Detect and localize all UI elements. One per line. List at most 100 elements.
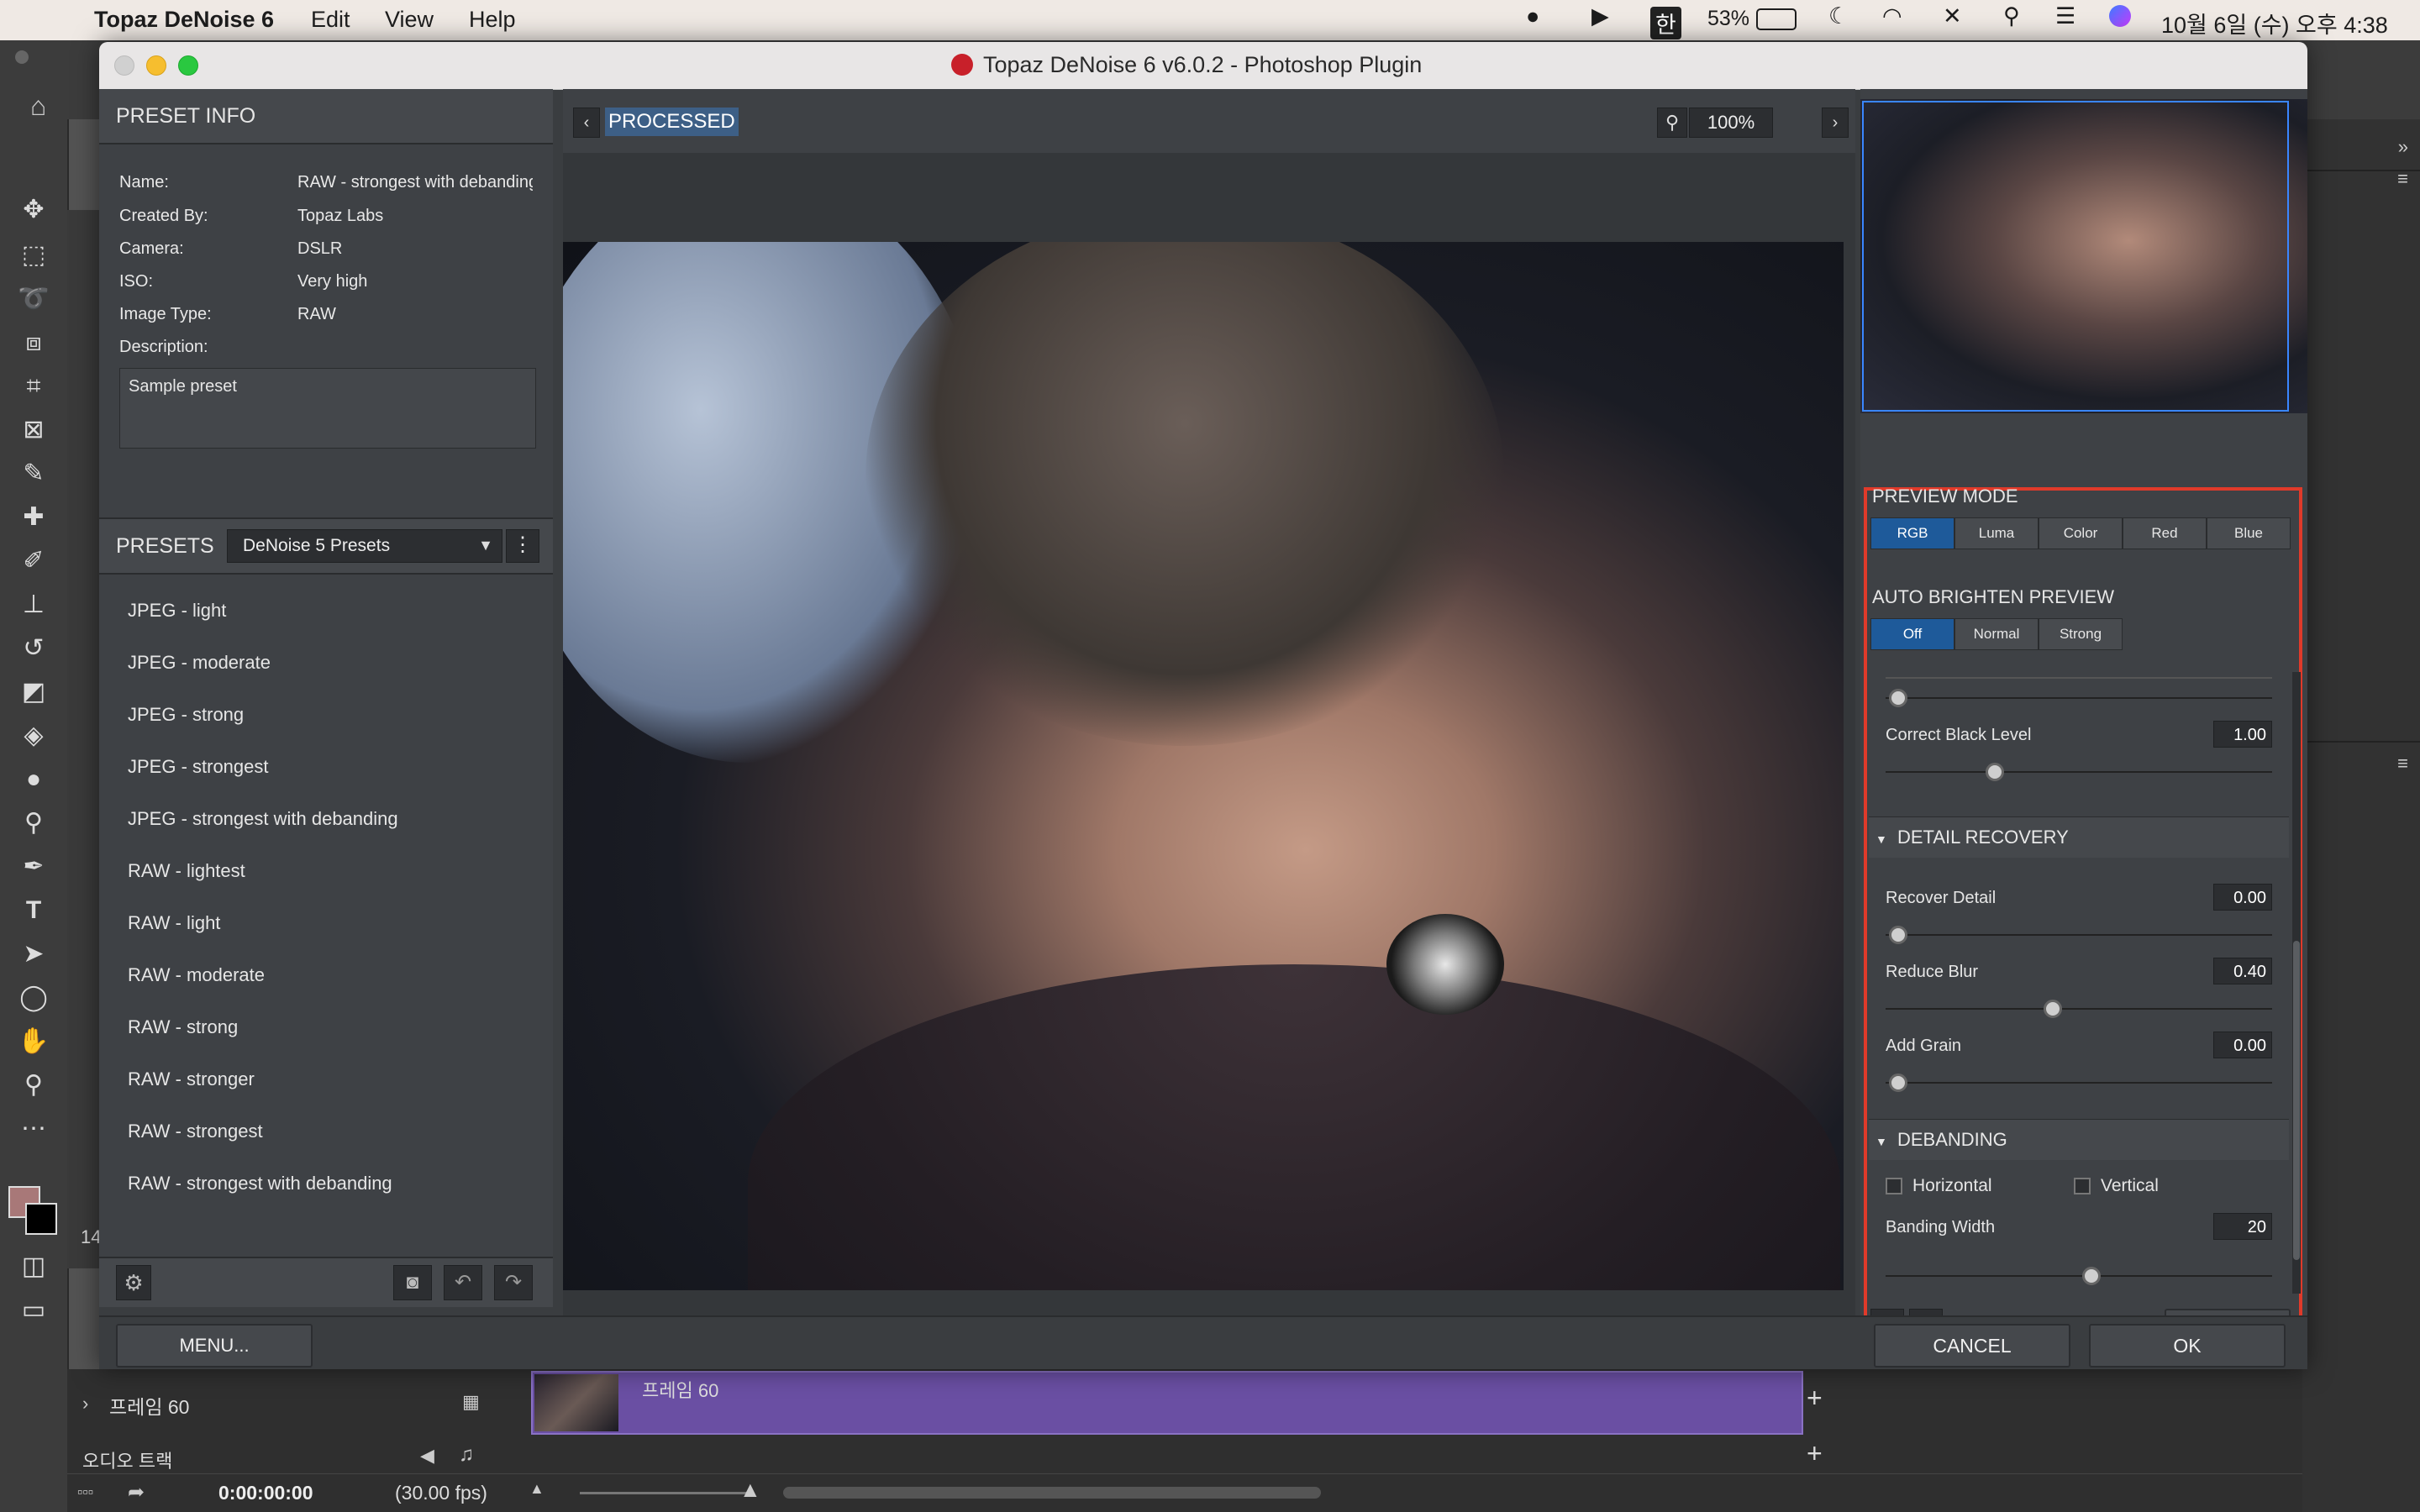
zoom-tool-icon[interactable]: ⚲ xyxy=(15,1067,52,1104)
presets-menu-button[interactable]: ⋮ xyxy=(506,529,539,563)
close-window-button[interactable] xyxy=(114,55,134,76)
dodge-tool-icon[interactable]: ⚲ xyxy=(15,805,52,842)
history-brush-icon[interactable]: ↺ xyxy=(15,630,52,667)
correct-black-level-track[interactable] xyxy=(1886,763,2272,781)
zoom-in-icon[interactable]: ▲ xyxy=(739,1477,761,1503)
navigator-thumbnail[interactable] xyxy=(1860,99,2307,413)
settings-scrollbar[interactable] xyxy=(2292,672,2301,1294)
gear-icon[interactable]: ⚙ xyxy=(116,1265,151,1300)
export-preset-icon[interactable]: ↷ xyxy=(494,1265,533,1300)
preset-item[interactable]: RAW - strongest xyxy=(128,1121,263,1142)
preset-item[interactable]: JPEG - strong xyxy=(128,704,244,726)
menu-view[interactable]: View xyxy=(385,7,434,33)
add-audio-icon[interactable]: + xyxy=(1807,1438,1823,1469)
import-preset-icon[interactable]: ↶ xyxy=(444,1265,482,1300)
bucket-tool-icon[interactable]: ◈ xyxy=(15,717,52,754)
speaker-icon[interactable]: ◀ xyxy=(420,1445,434,1467)
add-grain-value[interactable]: 0.00 xyxy=(2213,1032,2272,1058)
zoom-out-icon[interactable]: ▲ xyxy=(529,1480,544,1498)
cancel-button[interactable]: CANCEL xyxy=(1874,1324,2070,1368)
recover-detail-thumb[interactable] xyxy=(1888,926,1907,944)
prev-slider-thumb[interactable] xyxy=(1888,689,1907,707)
screen-mode-icon[interactable]: ▭ xyxy=(15,1292,52,1329)
moon-icon[interactable]: ☾ xyxy=(1828,3,1849,29)
eyedropper-tool-icon[interactable]: ✎ xyxy=(15,455,52,492)
path-select-icon[interactable]: ➤ xyxy=(15,936,52,973)
zoom-slider[interactable] xyxy=(580,1492,748,1494)
menu-button[interactable]: MENU... xyxy=(116,1324,313,1368)
navigator-viewport-box[interactable] xyxy=(1862,101,2289,412)
share-icon[interactable]: ➦ xyxy=(128,1480,145,1504)
menu-edit[interactable]: Edit xyxy=(311,7,350,33)
move-tool-icon[interactable]: ✥ xyxy=(15,192,52,228)
next-view-button[interactable]: › xyxy=(1822,108,1849,138)
home-icon[interactable]: ⌂ xyxy=(30,91,46,122)
reduce-blur-thumb[interactable] xyxy=(2043,1000,2062,1018)
banding-width-track[interactable] xyxy=(1886,1267,2272,1285)
settings-scrollbar-thumb[interactable] xyxy=(2293,941,2300,1260)
preset-collection-dropdown[interactable]: DeNoise 5 Presets ▼ xyxy=(227,529,502,563)
panel-menu-icon[interactable]: ≡ xyxy=(2397,168,2408,190)
zoom-level[interactable]: 100% xyxy=(1689,108,1773,138)
track-expand-icon[interactable]: › xyxy=(82,1393,88,1415)
debanding-header[interactable]: ▼ DEBANDING xyxy=(1869,1119,2289,1160)
zoom-window-button[interactable] xyxy=(178,55,198,76)
frames-icon[interactable]: ▫▫▫ xyxy=(77,1483,93,1501)
stamp-tool-icon[interactable]: ⊥ xyxy=(15,586,52,623)
horizontal-checkbox-box[interactable] xyxy=(1886,1178,1902,1195)
preset-item[interactable]: RAW - strongest with debanding xyxy=(128,1173,392,1194)
mute-icon[interactable]: ✕ xyxy=(1943,3,1962,29)
ok-button[interactable]: OK xyxy=(2089,1324,2286,1368)
banding-width-value[interactable]: 20 xyxy=(2213,1213,2272,1240)
pen-tool-icon[interactable]: ✒ xyxy=(15,848,52,885)
horizontal-checkbox[interactable]: Horizontal xyxy=(1886,1176,1992,1196)
timeline-clip[interactable]: 프레임 60 xyxy=(531,1371,1803,1435)
blur-tool-icon[interactable]: ● xyxy=(15,761,52,798)
preset-item[interactable]: RAW - lightest xyxy=(128,860,245,882)
preset-item[interactable]: RAW - strong xyxy=(128,1016,238,1038)
preset-item[interactable]: JPEG - light xyxy=(128,600,226,622)
expand-icon[interactable]: » xyxy=(2398,136,2408,158)
auto-brighten-strong[interactable]: Strong xyxy=(2039,618,2123,650)
preset-item[interactable]: JPEG - strongest xyxy=(128,756,269,778)
frame-tool-icon[interactable]: ⊠ xyxy=(15,412,52,449)
menu-help[interactable]: Help xyxy=(469,7,516,33)
control-center-icon[interactable]: ☰ xyxy=(2055,3,2075,29)
type-tool-icon[interactable]: T xyxy=(15,892,52,929)
preview-mode-luma[interactable]: Luma xyxy=(1954,517,2039,549)
hand-tool-icon[interactable]: ✋ xyxy=(15,1023,52,1060)
music-note-icon[interactable]: ♫ xyxy=(459,1443,474,1467)
preview-mode-blue[interactable]: Blue xyxy=(2207,517,2291,549)
preset-item[interactable]: RAW - moderate xyxy=(128,964,265,986)
ellipse-tool-icon[interactable]: ◯ xyxy=(15,979,52,1016)
background-color-swatch[interactable] xyxy=(25,1203,57,1235)
auto-brighten-off[interactable]: Off xyxy=(1870,618,1954,650)
spotlight-search-icon[interactable]: ⚲ xyxy=(2003,3,2020,29)
camera-icon[interactable]: ◙ xyxy=(393,1265,432,1300)
banding-width-thumb[interactable] xyxy=(2081,1267,2101,1285)
crop-tool-icon[interactable]: ⌗ xyxy=(15,368,52,405)
preset-item[interactable]: JPEG - moderate xyxy=(128,652,271,674)
preview-mode-color[interactable]: Color xyxy=(2039,517,2123,549)
lasso-tool-icon[interactable]: ➰ xyxy=(15,281,52,318)
app-menu-name[interactable]: Topaz DeNoise 6 xyxy=(94,7,274,33)
preset-item[interactable]: RAW - light xyxy=(128,912,220,934)
wifi-icon[interactable]: ◠ xyxy=(1882,3,1902,29)
preview-canvas[interactable] xyxy=(563,153,1855,1315)
add-grain-thumb[interactable] xyxy=(1888,1074,1907,1092)
battery-icon[interactable] xyxy=(1756,8,1797,30)
input-method-icon[interactable]: 한 xyxy=(1650,7,1681,39)
detail-recovery-header[interactable]: ▼ DETAIL RECOVERY xyxy=(1869,816,2289,858)
reduce-blur-value[interactable]: 0.40 xyxy=(2213,958,2272,984)
film-icon[interactable]: ▦ xyxy=(462,1391,480,1413)
vertical-checkbox-box[interactable] xyxy=(2074,1178,2091,1195)
more-tools-icon[interactable]: ⋯ xyxy=(15,1110,52,1147)
timeline-scrollbar[interactable] xyxy=(783,1487,1321,1499)
zoom-search-icon[interactable]: ⚲ xyxy=(1657,108,1687,138)
recover-detail-value[interactable]: 0.00 xyxy=(2213,884,2272,911)
brush-tool-icon[interactable]: ✐ xyxy=(15,543,52,580)
healing-tool-icon[interactable]: ✚ xyxy=(15,499,52,536)
correct-black-level-thumb[interactable] xyxy=(1985,763,2004,781)
preview-photo[interactable] xyxy=(563,242,1844,1290)
vertical-checkbox[interactable]: Vertical xyxy=(2074,1176,2159,1196)
